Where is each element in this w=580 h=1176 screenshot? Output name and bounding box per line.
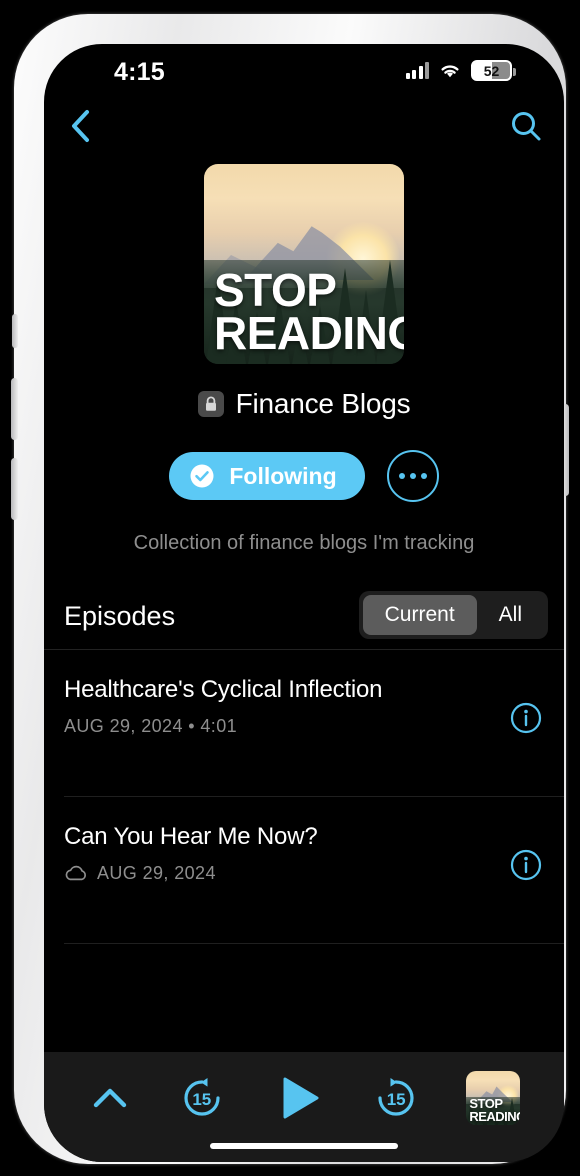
search-button[interactable] bbox=[500, 100, 552, 152]
battery-percent: 52 bbox=[483, 62, 500, 79]
battery-icon: 52 bbox=[471, 60, 516, 81]
show-artwork-container: STOP READING! bbox=[44, 164, 564, 364]
now-playing-artwork-button[interactable]: STOP READING! bbox=[466, 1071, 521, 1125]
mute-switch[interactable] bbox=[12, 314, 18, 348]
volume-down-button[interactable] bbox=[11, 458, 18, 520]
cloud-download-icon bbox=[65, 865, 86, 881]
following-label: Following bbox=[229, 462, 337, 489]
cellular-signal-icon bbox=[405, 62, 429, 79]
chevron-left-icon bbox=[72, 110, 89, 142]
play-button[interactable] bbox=[272, 1071, 326, 1125]
show-description: Collection of finance blogs I'm tracking bbox=[133, 532, 475, 554]
episodes-filter-segmented-control: Current All bbox=[358, 591, 548, 639]
show-title-row: Finance Blogs bbox=[44, 388, 564, 420]
info-circle-icon bbox=[510, 849, 542, 881]
home-indicator[interactable] bbox=[210, 1143, 398, 1149]
show-actions: Following bbox=[44, 450, 564, 502]
volume-up-button[interactable] bbox=[11, 378, 18, 440]
ellipsis-icon bbox=[409, 473, 416, 479]
episode-row[interactable]: Can You Hear Me Now? AUG 29, 2024 bbox=[44, 797, 564, 943]
status-time: 4:15 bbox=[114, 58, 165, 86]
back-button[interactable] bbox=[54, 100, 106, 152]
now-playing-artwork: STOP READING! bbox=[466, 1071, 521, 1125]
rewind-15-button[interactable]: 15 bbox=[179, 1075, 225, 1121]
forward-seconds-label: 15 bbox=[386, 1089, 406, 1109]
episode-meta-text: AUG 29, 2024 bbox=[97, 863, 216, 883]
segment-current[interactable]: Current bbox=[362, 595, 477, 635]
forward-15-button[interactable]: 15 bbox=[373, 1075, 419, 1121]
info-circle-icon bbox=[510, 702, 542, 734]
row-divider bbox=[64, 943, 564, 944]
episode-meta: AUG 29, 2024 • 4:01 bbox=[64, 716, 544, 737]
search-icon bbox=[512, 112, 541, 141]
episode-meta: AUG 29, 2024 bbox=[64, 863, 544, 884]
page-title: Finance Blogs bbox=[235, 388, 411, 419]
more-options-button[interactable] bbox=[386, 450, 439, 502]
play-icon bbox=[283, 1077, 319, 1119]
expand-player-button[interactable] bbox=[88, 1083, 132, 1113]
segment-all[interactable]: All bbox=[477, 595, 544, 635]
wifi-icon bbox=[441, 64, 459, 77]
episode-info-button[interactable] bbox=[510, 702, 542, 734]
chevron-up-icon bbox=[93, 1088, 126, 1108]
episode-title: Healthcare's Cyclical Inflection bbox=[64, 676, 383, 703]
show-artwork[interactable]: STOP READING! bbox=[204, 164, 404, 364]
episodes-heading: Episodes bbox=[64, 600, 176, 631]
artwork-title-line1: STOP bbox=[214, 263, 337, 316]
navigation-bar bbox=[44, 100, 564, 158]
rewind-seconds-label: 15 bbox=[192, 1089, 212, 1109]
status-indicators: 52 bbox=[405, 60, 516, 81]
episode-meta-text: AUG 29, 2024 • 4:01 bbox=[64, 716, 238, 736]
artwork-title-line2: READING! bbox=[469, 1108, 520, 1124]
lock-icon bbox=[197, 391, 224, 417]
episode-title: Can You Hear Me Now? bbox=[64, 823, 318, 850]
episodes-header: Episodes Current All bbox=[44, 583, 564, 649]
ellipsis-icon bbox=[398, 473, 405, 479]
episode-row[interactable]: Healthcare's Cyclical Inflection AUG 29,… bbox=[44, 650, 564, 796]
check-circle-icon bbox=[190, 464, 214, 488]
following-button[interactable]: Following bbox=[169, 452, 365, 500]
phone-screen: 4:15 52 STOP READIN Finance Blogs Follow… bbox=[44, 44, 564, 1162]
artwork-title-line2: READING! bbox=[214, 307, 404, 360]
episode-info-button[interactable] bbox=[510, 849, 542, 881]
phone-frame: 4:15 52 STOP READIN Finance Blogs Follow… bbox=[11, 14, 569, 1164]
status-bar: 4:15 52 bbox=[44, 44, 564, 100]
ellipsis-icon bbox=[420, 473, 427, 479]
